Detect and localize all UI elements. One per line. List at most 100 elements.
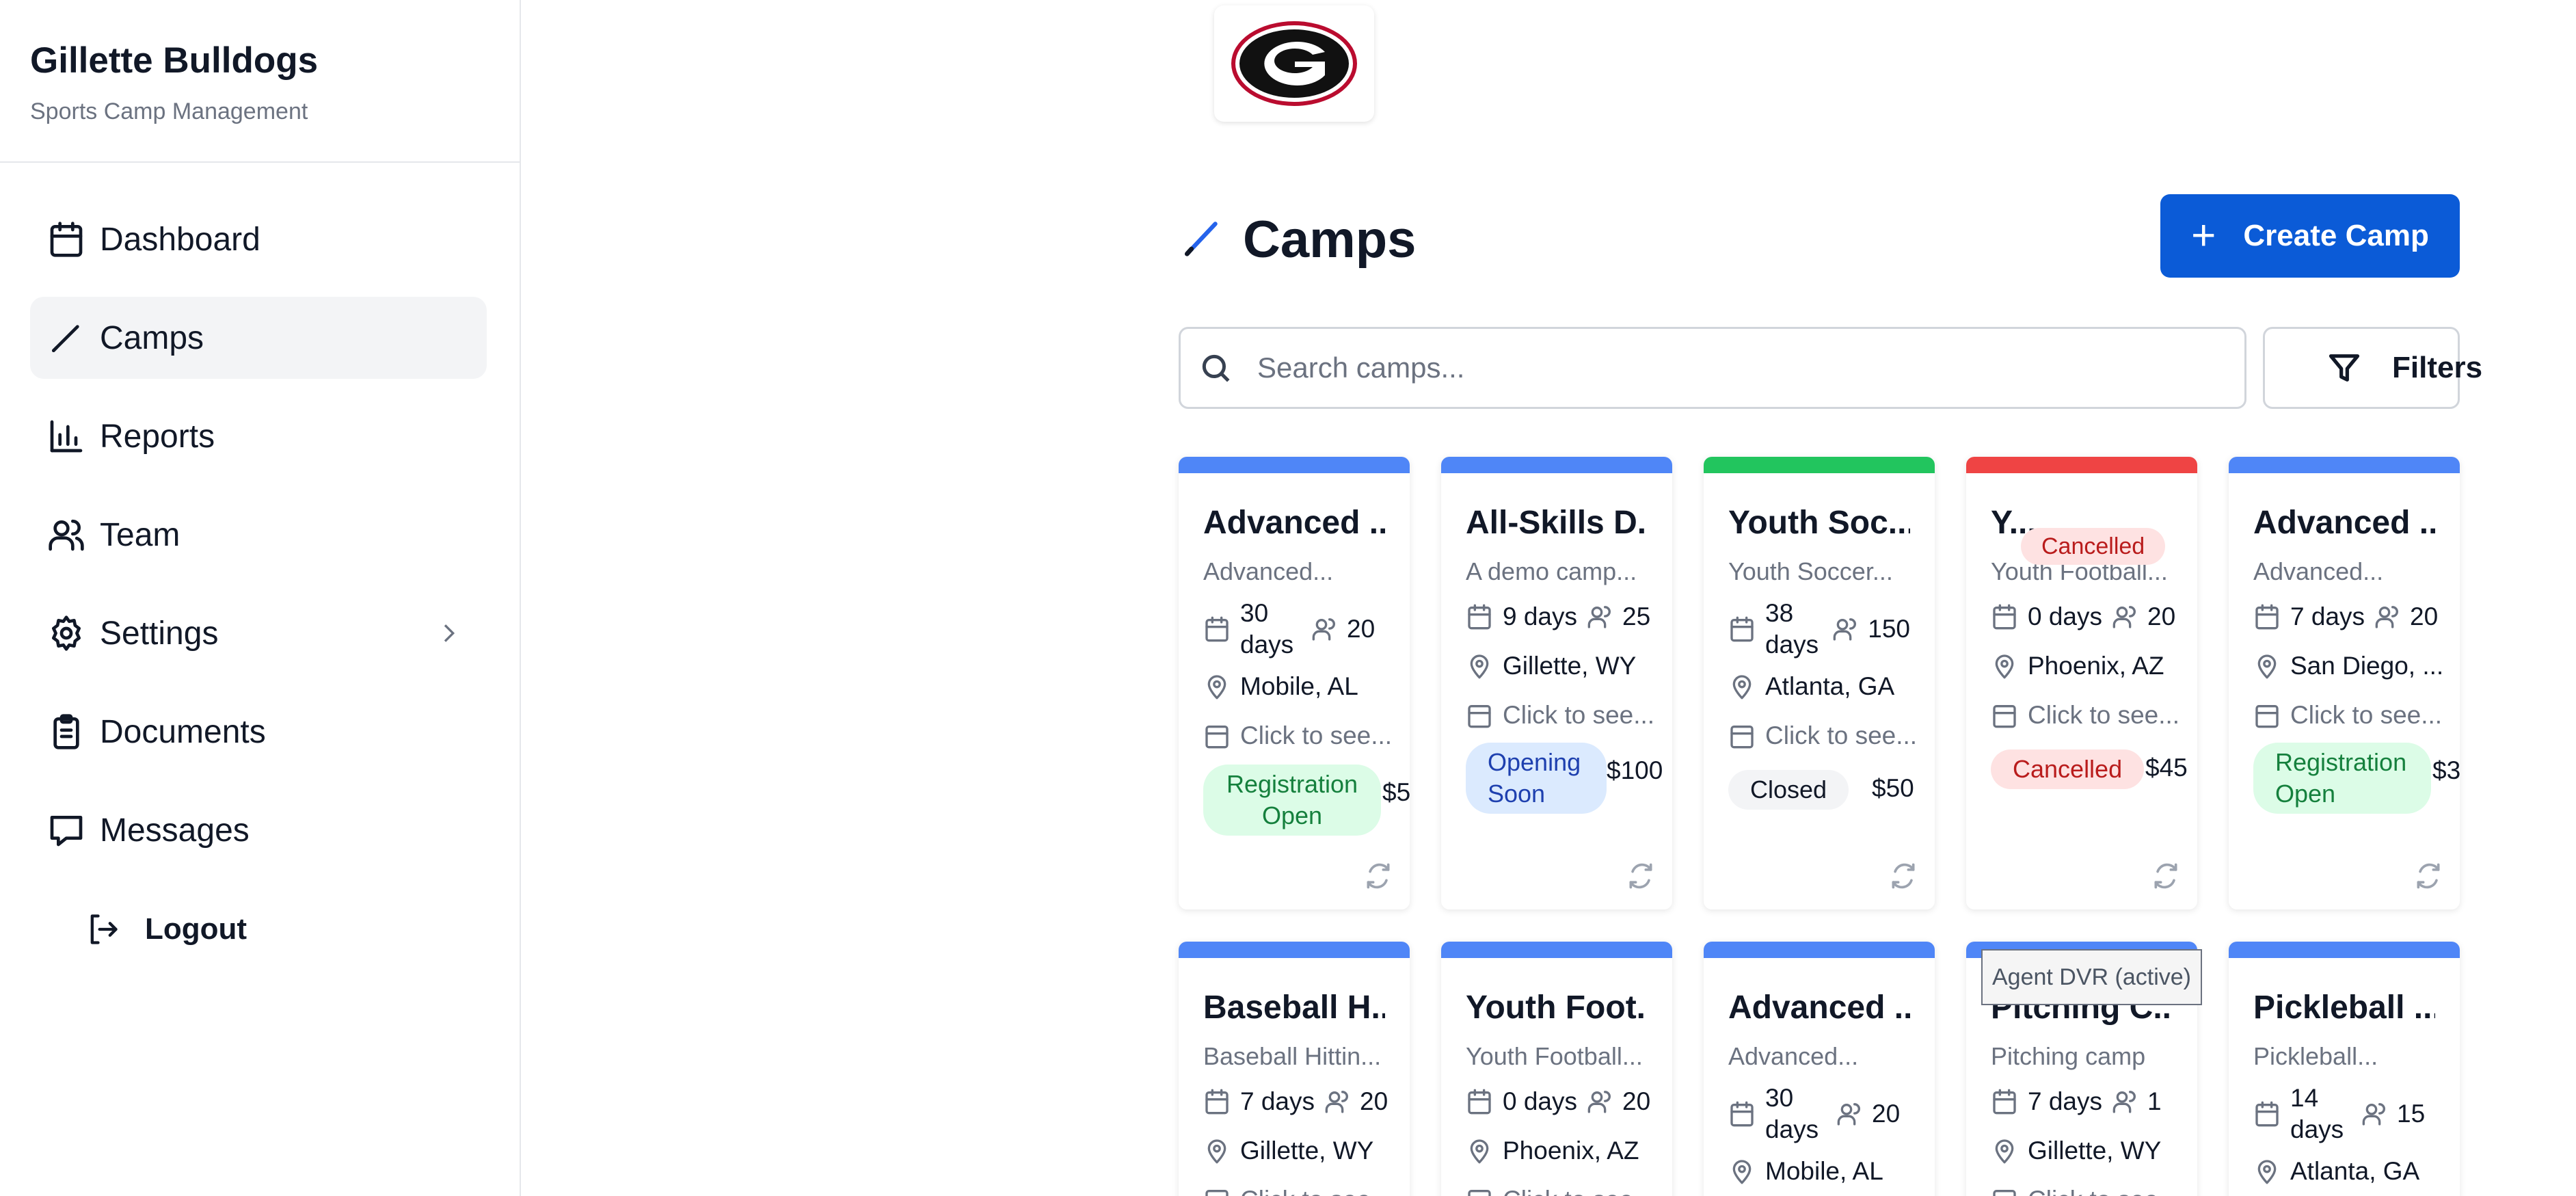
- location-icon: [1991, 1137, 2018, 1165]
- camp-card[interactable]: Baseball H... Baseball Hittin... 7 days …: [1179, 942, 1410, 1196]
- calendar-icon: [2253, 1100, 2281, 1128]
- logout-button[interactable]: Logout: [60, 908, 247, 951]
- tooltip: Agent DVR (active): [1981, 949, 2202, 1005]
- brand: Gillette Bulldogs Sports Camp Management: [0, 0, 520, 163]
- camp-dates[interactable]: Click to see...: [1240, 1186, 1392, 1196]
- camp-card[interactable]: Advanced ... Advanced... 30 days 20 Mobi…: [1179, 457, 1410, 909]
- camp-location: Gillette, WY: [2028, 1137, 2162, 1165]
- sidebar-item-messages[interactable]: Messages: [30, 789, 487, 871]
- camp-location: Mobile, AL: [1240, 672, 1358, 700]
- camp-card[interactable]: All-Skills D... A demo camp... 9 days 25…: [1441, 457, 1672, 909]
- cancelled-badge: Cancelled: [2021, 528, 2166, 565]
- create-camp-button[interactable]: + Create Camp: [2160, 194, 2460, 278]
- sidebar-item-label: Dashboard: [100, 221, 260, 258]
- sidebar-item-reports[interactable]: Reports: [30, 395, 487, 477]
- camp-card[interactable]: Youth Foot... Youth Football... 0 days 2…: [1441, 942, 1672, 1196]
- camp-dates[interactable]: Click to see...: [2028, 1186, 2179, 1196]
- search-icon: [1198, 351, 1233, 385]
- camp-card[interactable]: Advanced ... Advanced... 30 days 20 Mobi…: [1704, 942, 1935, 1196]
- camp-price: $45: [2145, 754, 2188, 782]
- users-icon: [2112, 1088, 2139, 1115]
- camp-title: Baseball H...: [1203, 989, 1385, 1026]
- camp-capacity: 1: [2147, 1087, 2162, 1115]
- card-status-bar: [2229, 457, 2460, 473]
- sidebar-item-camps[interactable]: Camps: [30, 297, 487, 379]
- camp-duration: 30 days: [1765, 1084, 1819, 1143]
- camp-description: Advanced...: [1728, 1042, 1859, 1070]
- sidebar-item-settings[interactable]: Settings: [30, 592, 487, 674]
- camp-duration: 30 days: [1240, 599, 1294, 659]
- camp-location: Mobile, AL: [1765, 1157, 1883, 1185]
- refresh-icon[interactable]: [2413, 861, 2443, 894]
- status-badge: Registration Open: [2253, 743, 2431, 814]
- search-input[interactable]: [1257, 351, 2214, 384]
- location-icon: [1728, 1158, 1756, 1185]
- camp-duration: 7 days: [2290, 602, 2365, 630]
- camp-title: Pickleball ...: [2253, 989, 2435, 1026]
- camp-title: All-Skills D...: [1466, 505, 1648, 541]
- camp-card[interactable]: Y... Cancelled Youth Football... 0 days …: [1966, 457, 2197, 909]
- camp-dates[interactable]: Click to see...: [2028, 701, 2179, 730]
- sidebar-item-dashboard[interactable]: Dashboard: [30, 198, 487, 280]
- camp-card[interactable]: Pickleball ... Pickleball... 14 days 15 …: [2229, 942, 2460, 1196]
- filters-label: Filters: [2392, 351, 2483, 384]
- camp-capacity: 150: [1868, 615, 1910, 643]
- camp-dates[interactable]: Click to see...: [1503, 1186, 1654, 1196]
- refresh-icon[interactable]: [1626, 861, 1656, 894]
- camp-card[interactable]: Advanced ... Advanced... 7 days 20 San D…: [2229, 457, 2460, 909]
- filters-button[interactable]: Filters: [2263, 327, 2482, 409]
- camp-dates[interactable]: Click to see...: [2290, 701, 2442, 730]
- gear-icon: [46, 613, 86, 653]
- logout-icon: [85, 912, 120, 947]
- location-icon: [1203, 673, 1231, 700]
- location-icon: [1466, 1137, 1493, 1165]
- card-status-bar: [1966, 457, 2197, 473]
- camp-title: Advanced ...: [1203, 505, 1385, 541]
- camp-location: Gillette, WY: [1240, 1137, 1374, 1165]
- camp-description: Pickleball...: [2253, 1042, 2378, 1070]
- users-icon: [2361, 1100, 2389, 1128]
- camp-description: Youth Football...: [1466, 1042, 1643, 1070]
- users-icon: [1324, 1088, 1352, 1115]
- card-status-bar: [1704, 457, 1935, 473]
- refresh-icon[interactable]: [1888, 861, 1918, 894]
- location-icon: [1203, 1137, 1231, 1165]
- camp-dates[interactable]: Click to see...: [1503, 701, 1654, 730]
- users-icon: [1587, 1088, 1614, 1115]
- brand-subtitle: Sports Camp Management: [30, 98, 308, 124]
- users-icon: [1587, 603, 1614, 630]
- sidebar-item-documents[interactable]: Documents: [30, 691, 487, 773]
- users-icon: [46, 515, 86, 555]
- calendar-icon: [2253, 603, 2281, 630]
- sidebar-item-label: Settings: [100, 615, 219, 652]
- sidebar-item-label: Documents: [100, 713, 266, 750]
- camp-dates[interactable]: Click to see...: [1240, 721, 1392, 750]
- refresh-icon[interactable]: [2151, 861, 2181, 894]
- users-icon: [1836, 1100, 1864, 1128]
- status-badge: Opening Soon: [1466, 743, 1607, 814]
- camp-description: Youth Soccer...: [1728, 557, 1893, 585]
- refresh-icon[interactable]: [1363, 861, 1393, 894]
- card-status-bar: [1441, 457, 1672, 473]
- calendar-icon: [1203, 615, 1231, 643]
- camp-capacity: 25: [1622, 602, 1651, 630]
- calendar-icon: [1991, 603, 2018, 630]
- sidebar-item-label: Messages: [100, 812, 250, 849]
- sidebar-item-team[interactable]: Team: [30, 494, 487, 576]
- status-badge: Cancelled: [1991, 749, 2145, 789]
- users-icon: [2112, 603, 2139, 630]
- card-status-bar: [2229, 942, 2460, 958]
- camp-card[interactable]: Youth Soc... Youth Soccer... 38 days 150…: [1704, 457, 1935, 909]
- camp-title: Youth Foot...: [1466, 989, 1648, 1026]
- calendar-icon: [1728, 1100, 1756, 1128]
- brand-title: Gillette Bulldogs: [30, 40, 319, 81]
- camp-capacity: 20: [1360, 1087, 1388, 1115]
- camp-capacity: 20: [1622, 1087, 1651, 1115]
- camp-price: $3: [2432, 756, 2460, 784]
- camp-duration: 7 days: [2028, 1087, 2103, 1115]
- calendar-icon: [2253, 702, 2281, 729]
- camp-dates[interactable]: Click to see...: [1765, 721, 1917, 750]
- logout-label: Logout: [145, 912, 247, 946]
- location-icon: [1466, 652, 1493, 680]
- create-camp-label: Create Camp: [2243, 219, 2429, 252]
